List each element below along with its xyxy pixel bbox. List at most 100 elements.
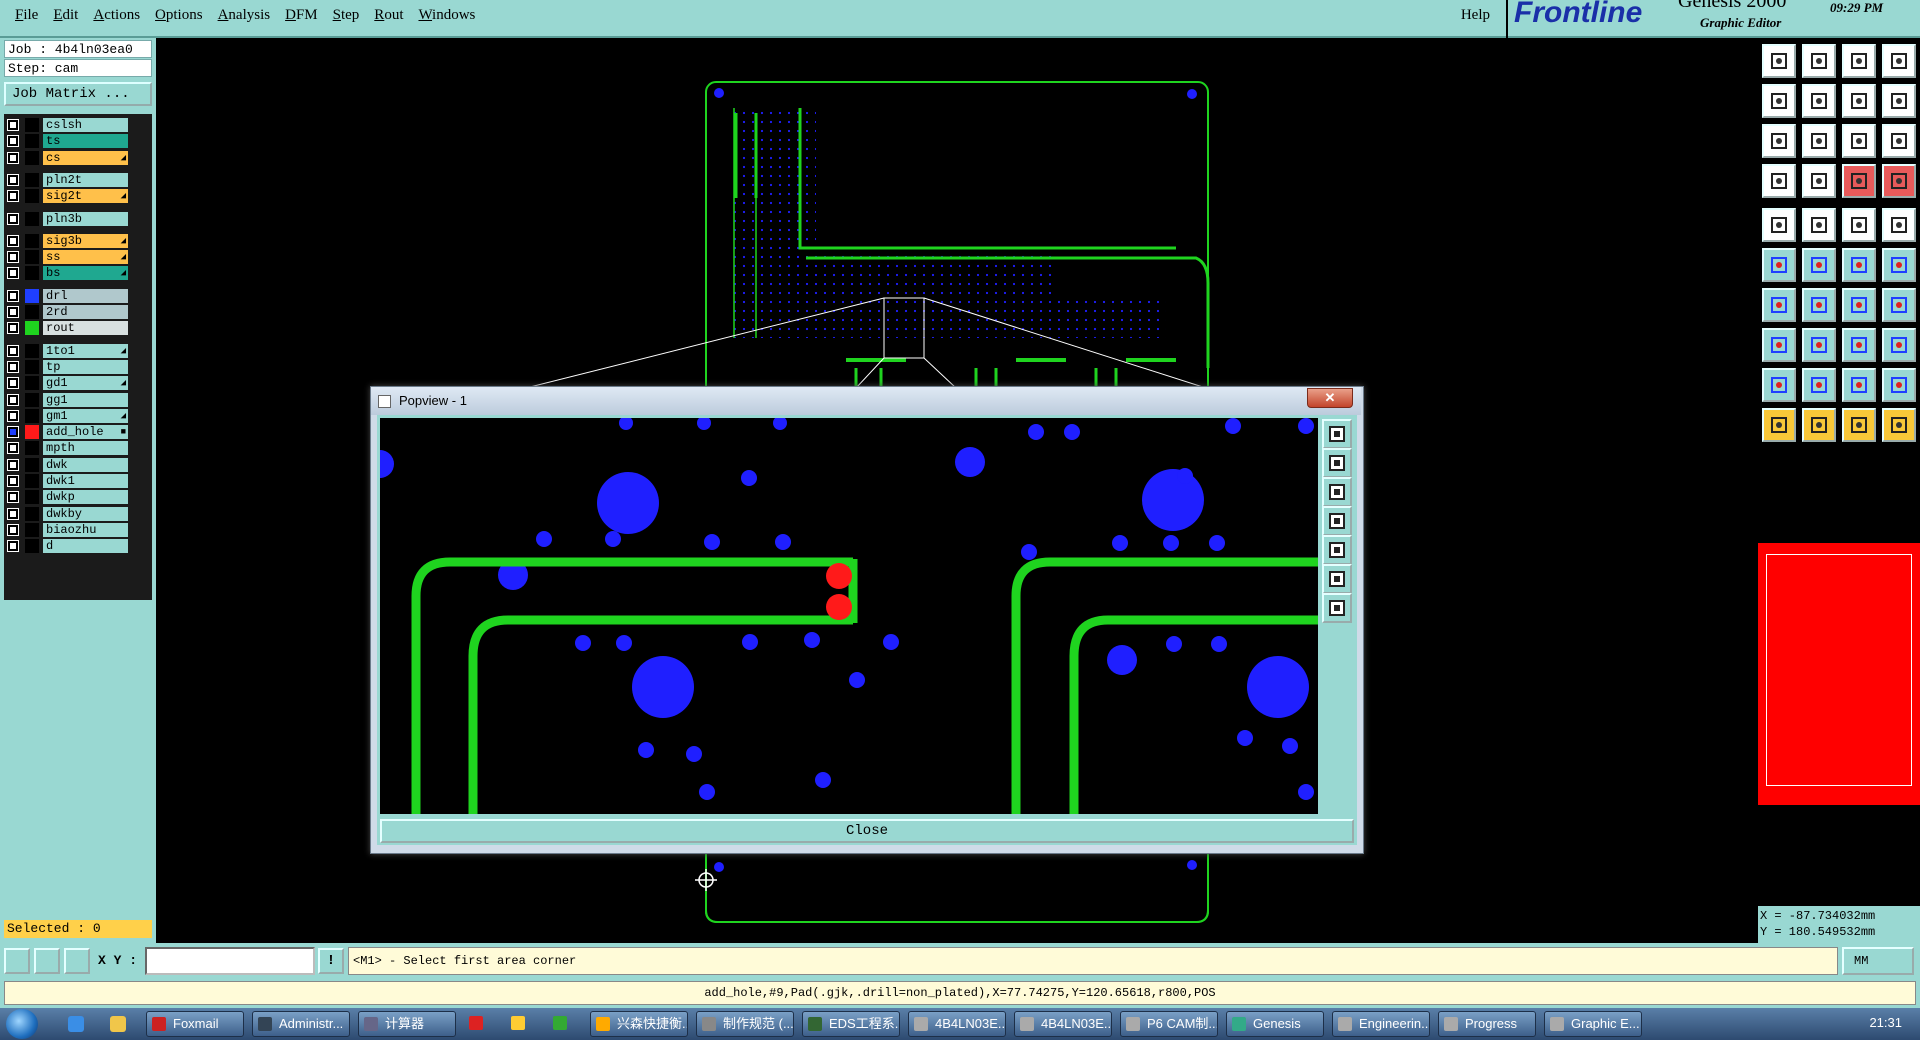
layer-name[interactable]: rout xyxy=(43,321,128,336)
layer-checkbox[interactable] xyxy=(7,322,19,335)
triangle-a-tool-icon[interactable] xyxy=(1762,368,1796,402)
pad-tool-icon[interactable] xyxy=(1762,208,1796,242)
taskbar-item[interactable] xyxy=(506,1011,534,1037)
mirror-tool-icon[interactable] xyxy=(1762,84,1796,118)
layer-color-swatch[interactable] xyxy=(25,189,39,204)
layer-row-ss[interactable]: ss ◢ xyxy=(6,250,128,265)
layer-color-swatch[interactable] xyxy=(25,522,39,537)
taskbar-item[interactable]: 计算器 xyxy=(358,1011,456,1037)
layer-row-cslsh[interactable]: cslsh xyxy=(6,118,128,132)
attributes-tool-icon[interactable] xyxy=(1762,164,1796,198)
layer-checkbox[interactable] xyxy=(7,234,19,247)
layer-name[interactable]: biaozhu xyxy=(43,522,128,537)
menu-file[interactable]: File xyxy=(15,7,38,24)
layer-row-bs[interactable]: bs ◢ xyxy=(6,266,128,281)
menu-windows[interactable]: Windows xyxy=(418,7,475,24)
slash-tool-icon[interactable] xyxy=(1802,288,1836,322)
layer-name[interactable]: cslsh xyxy=(43,118,128,132)
taskbar-item[interactable]: Graphic E... xyxy=(1544,1011,1642,1037)
layer-color-swatch[interactable] xyxy=(25,457,39,472)
taskbar-item[interactable]: Progress xyxy=(1438,1011,1536,1037)
layer-name[interactable]: 1to1 ◢ xyxy=(43,343,128,358)
xy-input[interactable] xyxy=(145,947,315,975)
layer-name[interactable]: add_hole ■ xyxy=(43,425,128,440)
layer-checkbox[interactable] xyxy=(7,251,19,264)
layer-row-d[interactable]: d xyxy=(6,539,128,554)
layer-row-dwkp[interactable]: dwkp xyxy=(6,490,128,505)
line-tool-icon[interactable] xyxy=(1842,208,1876,242)
layer-checkbox[interactable] xyxy=(7,442,19,455)
layer-color-swatch[interactable] xyxy=(25,474,39,488)
taskbar-item[interactable]: P6 CAM制... xyxy=(1120,1011,1218,1037)
pointer-tool-icon[interactable] xyxy=(1762,408,1796,442)
layer-color-swatch[interactable] xyxy=(25,211,39,226)
layer-color-swatch[interactable] xyxy=(25,425,39,440)
layer-row-sig3b[interactable]: sig3b ◢ xyxy=(6,233,128,248)
layer-name[interactable]: dwkby xyxy=(43,506,128,521)
layer-name[interactable]: pln3b xyxy=(43,211,128,226)
layer-checkbox[interactable] xyxy=(7,491,19,504)
layer-name[interactable]: d xyxy=(43,539,128,554)
add-pad-tool-icon[interactable] xyxy=(1762,328,1796,362)
layer-color-swatch[interactable] xyxy=(25,441,39,456)
snap-mode-button[interactable] xyxy=(4,948,30,974)
layer-color-swatch[interactable] xyxy=(25,392,39,407)
layer-checkbox[interactable] xyxy=(7,523,19,536)
delete-tool-icon[interactable] xyxy=(1762,124,1796,158)
layer-name[interactable]: gd1 ◢ xyxy=(43,376,128,391)
layer-color-swatch[interactable] xyxy=(25,118,39,132)
taskbar-item[interactable]: EDS工程系... xyxy=(802,1011,900,1037)
menu-help[interactable]: Help xyxy=(1461,7,1490,24)
layer-color-swatch[interactable] xyxy=(25,490,39,505)
layer-name[interactable]: gg1 xyxy=(43,392,128,407)
layer-color-swatch[interactable] xyxy=(25,134,39,149)
menu-actions[interactable]: Actions xyxy=(93,7,140,24)
layer-row-tp[interactable]: tp xyxy=(6,359,128,374)
layer-name[interactable]: dwk xyxy=(43,457,128,472)
layer-checkbox[interactable] xyxy=(7,344,19,357)
layer-row-dwkby[interactable]: dwkby xyxy=(6,506,128,521)
layer-row-pln3b[interactable]: pln3b xyxy=(6,211,128,226)
layer-name[interactable]: cs ◢ xyxy=(43,150,128,165)
layer-checkbox[interactable] xyxy=(7,190,19,203)
shape-tool-icon[interactable] xyxy=(1882,328,1916,362)
arch-tool-icon[interactable] xyxy=(1842,368,1876,402)
resize-tool-icon[interactable] xyxy=(1842,84,1876,118)
layer-name[interactable]: pln2t xyxy=(43,172,128,187)
start-button[interactable] xyxy=(6,1009,38,1039)
help-tool-icon[interactable] xyxy=(1882,124,1916,158)
layer-row-dwk[interactable]: dwk xyxy=(6,457,128,472)
layer-checkbox[interactable] xyxy=(7,360,19,373)
popview-canvas[interactable] xyxy=(380,418,1318,814)
layer-checkbox[interactable] xyxy=(7,475,19,487)
node-tool-icon[interactable] xyxy=(1762,248,1796,282)
layer-color-swatch[interactable] xyxy=(25,150,39,165)
layer-color-swatch[interactable] xyxy=(25,506,39,521)
taskbar-item[interactable] xyxy=(464,1011,492,1037)
layer-row-gm1[interactable]: gm1 ◢ xyxy=(6,408,128,423)
layer-checkbox[interactable] xyxy=(7,135,19,148)
layer-color-swatch[interactable] xyxy=(25,305,39,319)
layer-color-swatch[interactable] xyxy=(25,343,39,358)
layer-row-1to1[interactable]: 1to1 ◢ xyxy=(6,343,128,358)
line-add-tool-icon[interactable] xyxy=(1802,328,1836,362)
layer-row-mpth[interactable]: mpth xyxy=(6,441,128,456)
taskbar-item[interactable]: 兴森快捷衡... xyxy=(590,1011,688,1037)
layer-checkbox[interactable] xyxy=(7,507,19,520)
cross-tool-icon[interactable] xyxy=(1802,248,1836,282)
fit-all-icon[interactable] xyxy=(1322,564,1352,594)
menu-step[interactable]: Step xyxy=(333,7,360,24)
layer-checkbox[interactable] xyxy=(7,377,19,390)
taskbar-item[interactable]: 4B4LN03E... xyxy=(1014,1011,1112,1037)
pointer-b-tool-icon[interactable] xyxy=(1802,408,1836,442)
select-tool-icon[interactable] xyxy=(1762,44,1796,78)
alert-button[interactable]: ! xyxy=(318,948,344,974)
layer-name[interactable]: ts xyxy=(43,134,128,149)
layer-checkbox[interactable] xyxy=(7,173,19,186)
taskbar-item[interactable]: 4B4LN03E... xyxy=(908,1011,1006,1037)
layer-checkbox[interactable] xyxy=(7,212,19,225)
zoom-in-icon[interactable] xyxy=(1322,448,1352,478)
arc-tool-icon[interactable] xyxy=(1842,288,1876,322)
layer-name[interactable]: mpth xyxy=(43,441,128,456)
layer-name[interactable]: dwk1 xyxy=(43,474,128,488)
